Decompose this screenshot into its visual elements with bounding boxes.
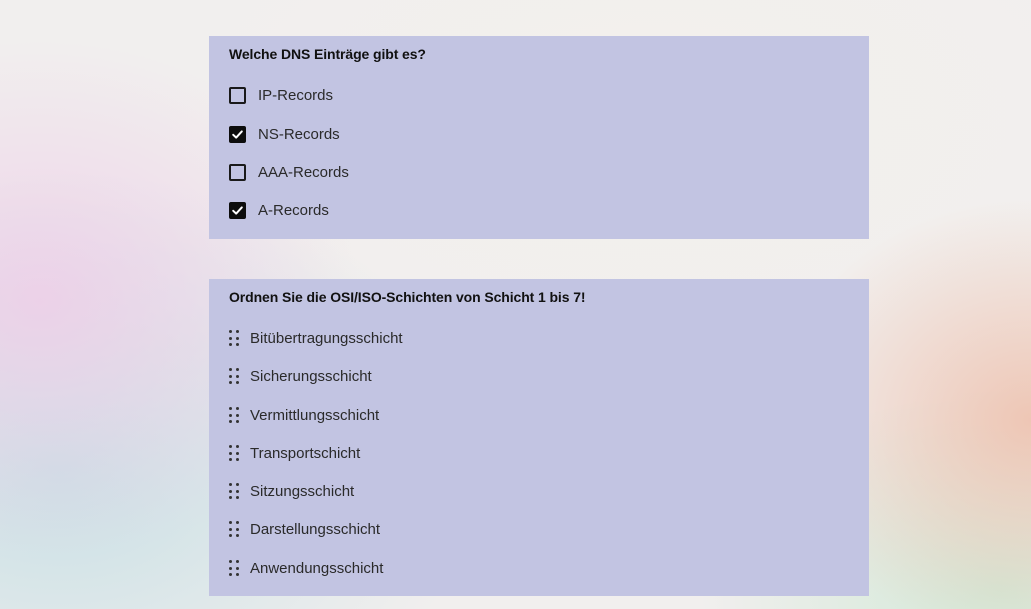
checkbox[interactable] <box>229 86 246 104</box>
checkbox[interactable] <box>229 125 246 143</box>
drag-handle-icon[interactable] <box>229 330 239 346</box>
sortable-item-label: Sicherungsschicht <box>250 367 372 385</box>
option-label: AAA-Records <box>258 163 349 181</box>
question-title: Welche DNS Einträge gibt es? <box>229 46 426 62</box>
question-card-osi: Ordnen Sie die OSI/ISO-Schichten von Sch… <box>209 279 869 596</box>
drag-handle-icon[interactable] <box>229 483 239 499</box>
sortable-item-sitzungsschicht[interactable]: Sitzungsschicht <box>229 480 354 502</box>
sortable-item-label: Sitzungsschicht <box>250 482 355 500</box>
drag-handle-icon[interactable] <box>229 560 239 576</box>
sortable-item-anwendungsschicht[interactable]: Anwendungsschicht <box>229 557 383 579</box>
sortable-item-vermittlungsschicht[interactable]: Vermittlungsschicht <box>229 404 379 426</box>
sortable-item-label: Transportschicht <box>250 444 361 462</box>
sortable-item-label: Darstellungsschicht <box>250 520 381 538</box>
question-title: Ordnen Sie die OSI/ISO-Schichten von Sch… <box>229 289 586 305</box>
checkbox[interactable] <box>229 201 246 219</box>
option-label: A-Records <box>258 201 329 219</box>
option-a-records[interactable]: A-Records <box>229 199 329 221</box>
checkbox[interactable] <box>229 163 246 181</box>
option-ip-records[interactable]: IP-Records <box>229 84 333 106</box>
drag-handle-icon[interactable] <box>229 521 239 537</box>
question-card-dns: Welche DNS Einträge gibt es? IP-Records … <box>209 36 869 239</box>
sortable-item-label: Vermittlungsschicht <box>250 406 380 424</box>
drag-handle-icon[interactable] <box>229 445 239 461</box>
check-icon <box>232 129 243 139</box>
drag-handle-icon[interactable] <box>229 407 239 423</box>
check-icon <box>232 205 243 215</box>
option-label: IP-Records <box>258 86 334 104</box>
drag-handle-icon[interactable] <box>229 368 239 384</box>
option-label: NS-Records <box>258 125 340 143</box>
sortable-item-label: Anwendungsschicht <box>250 559 384 577</box>
sortable-item-sicherungsschicht[interactable]: Sicherungsschicht <box>229 365 372 387</box>
sortable-item-darstellungsschicht[interactable]: Darstellungsschicht <box>229 518 380 540</box>
option-aaa-records[interactable]: AAA-Records <box>229 161 349 183</box>
option-ns-records[interactable]: NS-Records <box>229 123 340 145</box>
sortable-item-transportschicht[interactable]: Transportschicht <box>229 442 360 464</box>
sortable-item-bituebertragungsschicht[interactable]: Bitübertragungsschicht <box>229 327 403 349</box>
sortable-item-label: Bitübertragungsschicht <box>250 329 403 347</box>
